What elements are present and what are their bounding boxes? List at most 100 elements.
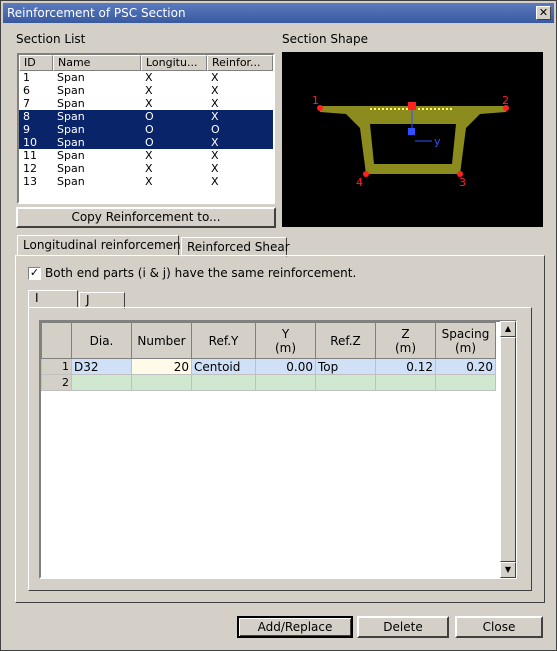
row-reinforcement-cell: X bbox=[211, 149, 219, 162]
section-shape-label: Section Shape bbox=[282, 32, 368, 46]
col-refy-header: Ref.Y bbox=[191, 322, 256, 359]
row-number: 2 bbox=[41, 374, 72, 391]
scroll-down-icon[interactable]: ▼ bbox=[500, 562, 516, 578]
col-reinforcement-header[interactable]: Reinfor... bbox=[207, 55, 273, 71]
col-dia-header: Dia. bbox=[71, 322, 132, 359]
section-list-row[interactable]: 11 Span X X bbox=[19, 149, 273, 162]
row-longitudinal-cell: O bbox=[145, 123, 154, 136]
close-window-button[interactable]: ✕ bbox=[536, 6, 551, 20]
col-number-header: Number bbox=[131, 322, 192, 359]
close-button[interactable]: Close bbox=[455, 616, 543, 638]
grid-header-row: Dia. Number Ref.Y Y (m) Ref.Z Z (m) Spac… bbox=[41, 322, 496, 359]
box-girder-shape bbox=[320, 106, 506, 174]
section-list-row[interactable]: 10 Span O X bbox=[19, 136, 273, 149]
row-reinforcement-cell: X bbox=[211, 71, 219, 84]
reinforcement-table: Dia. Number Ref.Y Y (m) Ref.Z Z (m) Spac… bbox=[41, 322, 496, 391]
row-reinforcement-cell: X bbox=[211, 136, 219, 149]
section-list-row[interactable]: 7 Span X X bbox=[19, 97, 273, 110]
row-longitudinal-cell: X bbox=[145, 71, 153, 84]
row-name-cell: Span bbox=[57, 110, 85, 123]
point-2-label: 2 bbox=[502, 94, 509, 107]
delete-button[interactable]: Delete bbox=[357, 616, 449, 638]
row-reinforcement-cell: X bbox=[211, 84, 219, 97]
section-list-row[interactable]: 12 Span X X bbox=[19, 162, 273, 175]
checkbox-check-icon: ✓ bbox=[29, 266, 40, 279]
col-id-header[interactable]: ID bbox=[19, 55, 53, 71]
section-list-row[interactable]: 1 Span X X bbox=[19, 71, 273, 84]
row-reinforcement-cell: X bbox=[211, 110, 219, 123]
row-number: 1 bbox=[41, 358, 72, 375]
number-cell[interactable]: 20 bbox=[131, 358, 192, 375]
section-list-row[interactable]: 6 Span X X bbox=[19, 84, 273, 97]
y-cell[interactable] bbox=[255, 374, 316, 391]
dia-cell[interactable] bbox=[71, 374, 132, 391]
section-list-row[interactable]: 13 Span X X bbox=[19, 175, 273, 188]
row-longitudinal-cell: X bbox=[145, 149, 153, 162]
point-1-label: 1 bbox=[312, 94, 319, 107]
row-reinforcement-cell: X bbox=[211, 175, 219, 188]
col-name-header[interactable]: Name bbox=[53, 55, 141, 71]
add-replace-button[interactable]: Add/Replace bbox=[237, 616, 353, 638]
row-id-cell: 13 bbox=[23, 175, 37, 188]
number-cell[interactable] bbox=[131, 374, 192, 391]
row-id-cell: 12 bbox=[23, 162, 37, 175]
refz-cell[interactable]: Top bbox=[315, 358, 376, 375]
row-longitudinal-cell: X bbox=[145, 97, 153, 110]
col-z-header: Z (m) bbox=[375, 322, 436, 359]
row-longitudinal-cell: O bbox=[145, 136, 154, 149]
tab-shear[interactable]: Reinforced Shear bbox=[181, 237, 290, 257]
y-cell[interactable]: 0.00 bbox=[255, 358, 316, 375]
row-reinforcement-cell: X bbox=[211, 97, 219, 110]
col-refz-header: Ref.Z bbox=[315, 322, 376, 359]
point-4-marker bbox=[363, 171, 369, 177]
dialog-window: Reinforcement of PSC Section ✕ Section L… bbox=[0, 0, 557, 651]
scroll-up-icon[interactable]: ▲ bbox=[500, 321, 516, 337]
section-list-row[interactable]: 9 Span O O bbox=[19, 123, 273, 136]
row-id-cell: 10 bbox=[23, 136, 37, 149]
y-axis-label: y bbox=[434, 135, 441, 148]
row-reinforcement-cell: O bbox=[211, 123, 220, 136]
subtab-i[interactable]: I bbox=[28, 290, 78, 308]
row-id-cell: 1 bbox=[23, 71, 30, 84]
section-shape-canvas: y 1 2 3 4 bbox=[282, 52, 543, 227]
z-cell[interactable]: 0.12 bbox=[375, 358, 436, 375]
centroid-marker bbox=[408, 128, 415, 135]
row-name-cell: Span bbox=[57, 97, 85, 110]
same-reinforcement-checkbox[interactable]: ✓ bbox=[28, 267, 41, 280]
section-shape-drawing: y 1 2 3 4 bbox=[312, 94, 509, 189]
grid-row[interactable]: 2 bbox=[41, 374, 496, 391]
refy-cell[interactable]: Centoid bbox=[191, 358, 256, 375]
refz-cell[interactable] bbox=[315, 374, 376, 391]
grid-scrollbar[interactable]: ▲ ▼ bbox=[500, 321, 516, 578]
col-longitudinal-header[interactable]: Longitu... bbox=[141, 55, 207, 71]
point-4-label: 4 bbox=[356, 176, 363, 189]
col-y-header: Y (m) bbox=[255, 322, 316, 359]
reference-marker bbox=[408, 102, 416, 110]
tab-longitudinal[interactable]: Longitudinal reinforcement bbox=[17, 235, 185, 256]
section-list-body: 1 Span X X 6 Span X X 7 Span X X 8 Span O X 9 Span O O 10 Spa… bbox=[19, 71, 273, 188]
row-longitudinal-cell: X bbox=[145, 162, 153, 175]
z-cell[interactable] bbox=[375, 374, 436, 391]
scroll-thumb[interactable] bbox=[500, 337, 516, 562]
dia-cell[interactable]: D32 bbox=[71, 358, 132, 375]
section-list-row[interactable]: 8 Span O X bbox=[19, 110, 273, 123]
reinforcement-grid[interactable]: Dia. Number Ref.Y Y (m) Ref.Z Z (m) Spac… bbox=[39, 320, 517, 579]
row-name-cell: Span bbox=[57, 162, 85, 175]
row-name-cell: Span bbox=[57, 71, 85, 84]
row-longitudinal-cell: X bbox=[145, 84, 153, 97]
point-3-label: 3 bbox=[459, 176, 466, 189]
spacing-cell[interactable]: 0.20 bbox=[435, 358, 496, 375]
title-bar: Reinforcement of PSC Section ✕ bbox=[3, 3, 554, 23]
grid-row[interactable]: 1 D32 20 Centoid 0.00 Top 0.12 0.20 bbox=[41, 358, 496, 375]
row-name-cell: Span bbox=[57, 123, 85, 136]
section-list[interactable]: ID Name Longitu... Reinfor... 1 Span X X 6 Sp… bbox=[17, 53, 275, 204]
row-id-cell: 6 bbox=[23, 84, 30, 97]
row-reinforcement-cell: X bbox=[211, 162, 219, 175]
row-id-cell: 7 bbox=[23, 97, 30, 110]
row-name-cell: Span bbox=[57, 149, 85, 162]
row-id-cell: 8 bbox=[23, 110, 30, 123]
spacing-cell[interactable] bbox=[435, 374, 496, 391]
row-longitudinal-cell: O bbox=[145, 110, 154, 123]
copy-reinforcement-button[interactable]: Copy Reinforcement to... bbox=[16, 207, 276, 228]
refy-cell[interactable] bbox=[191, 374, 256, 391]
